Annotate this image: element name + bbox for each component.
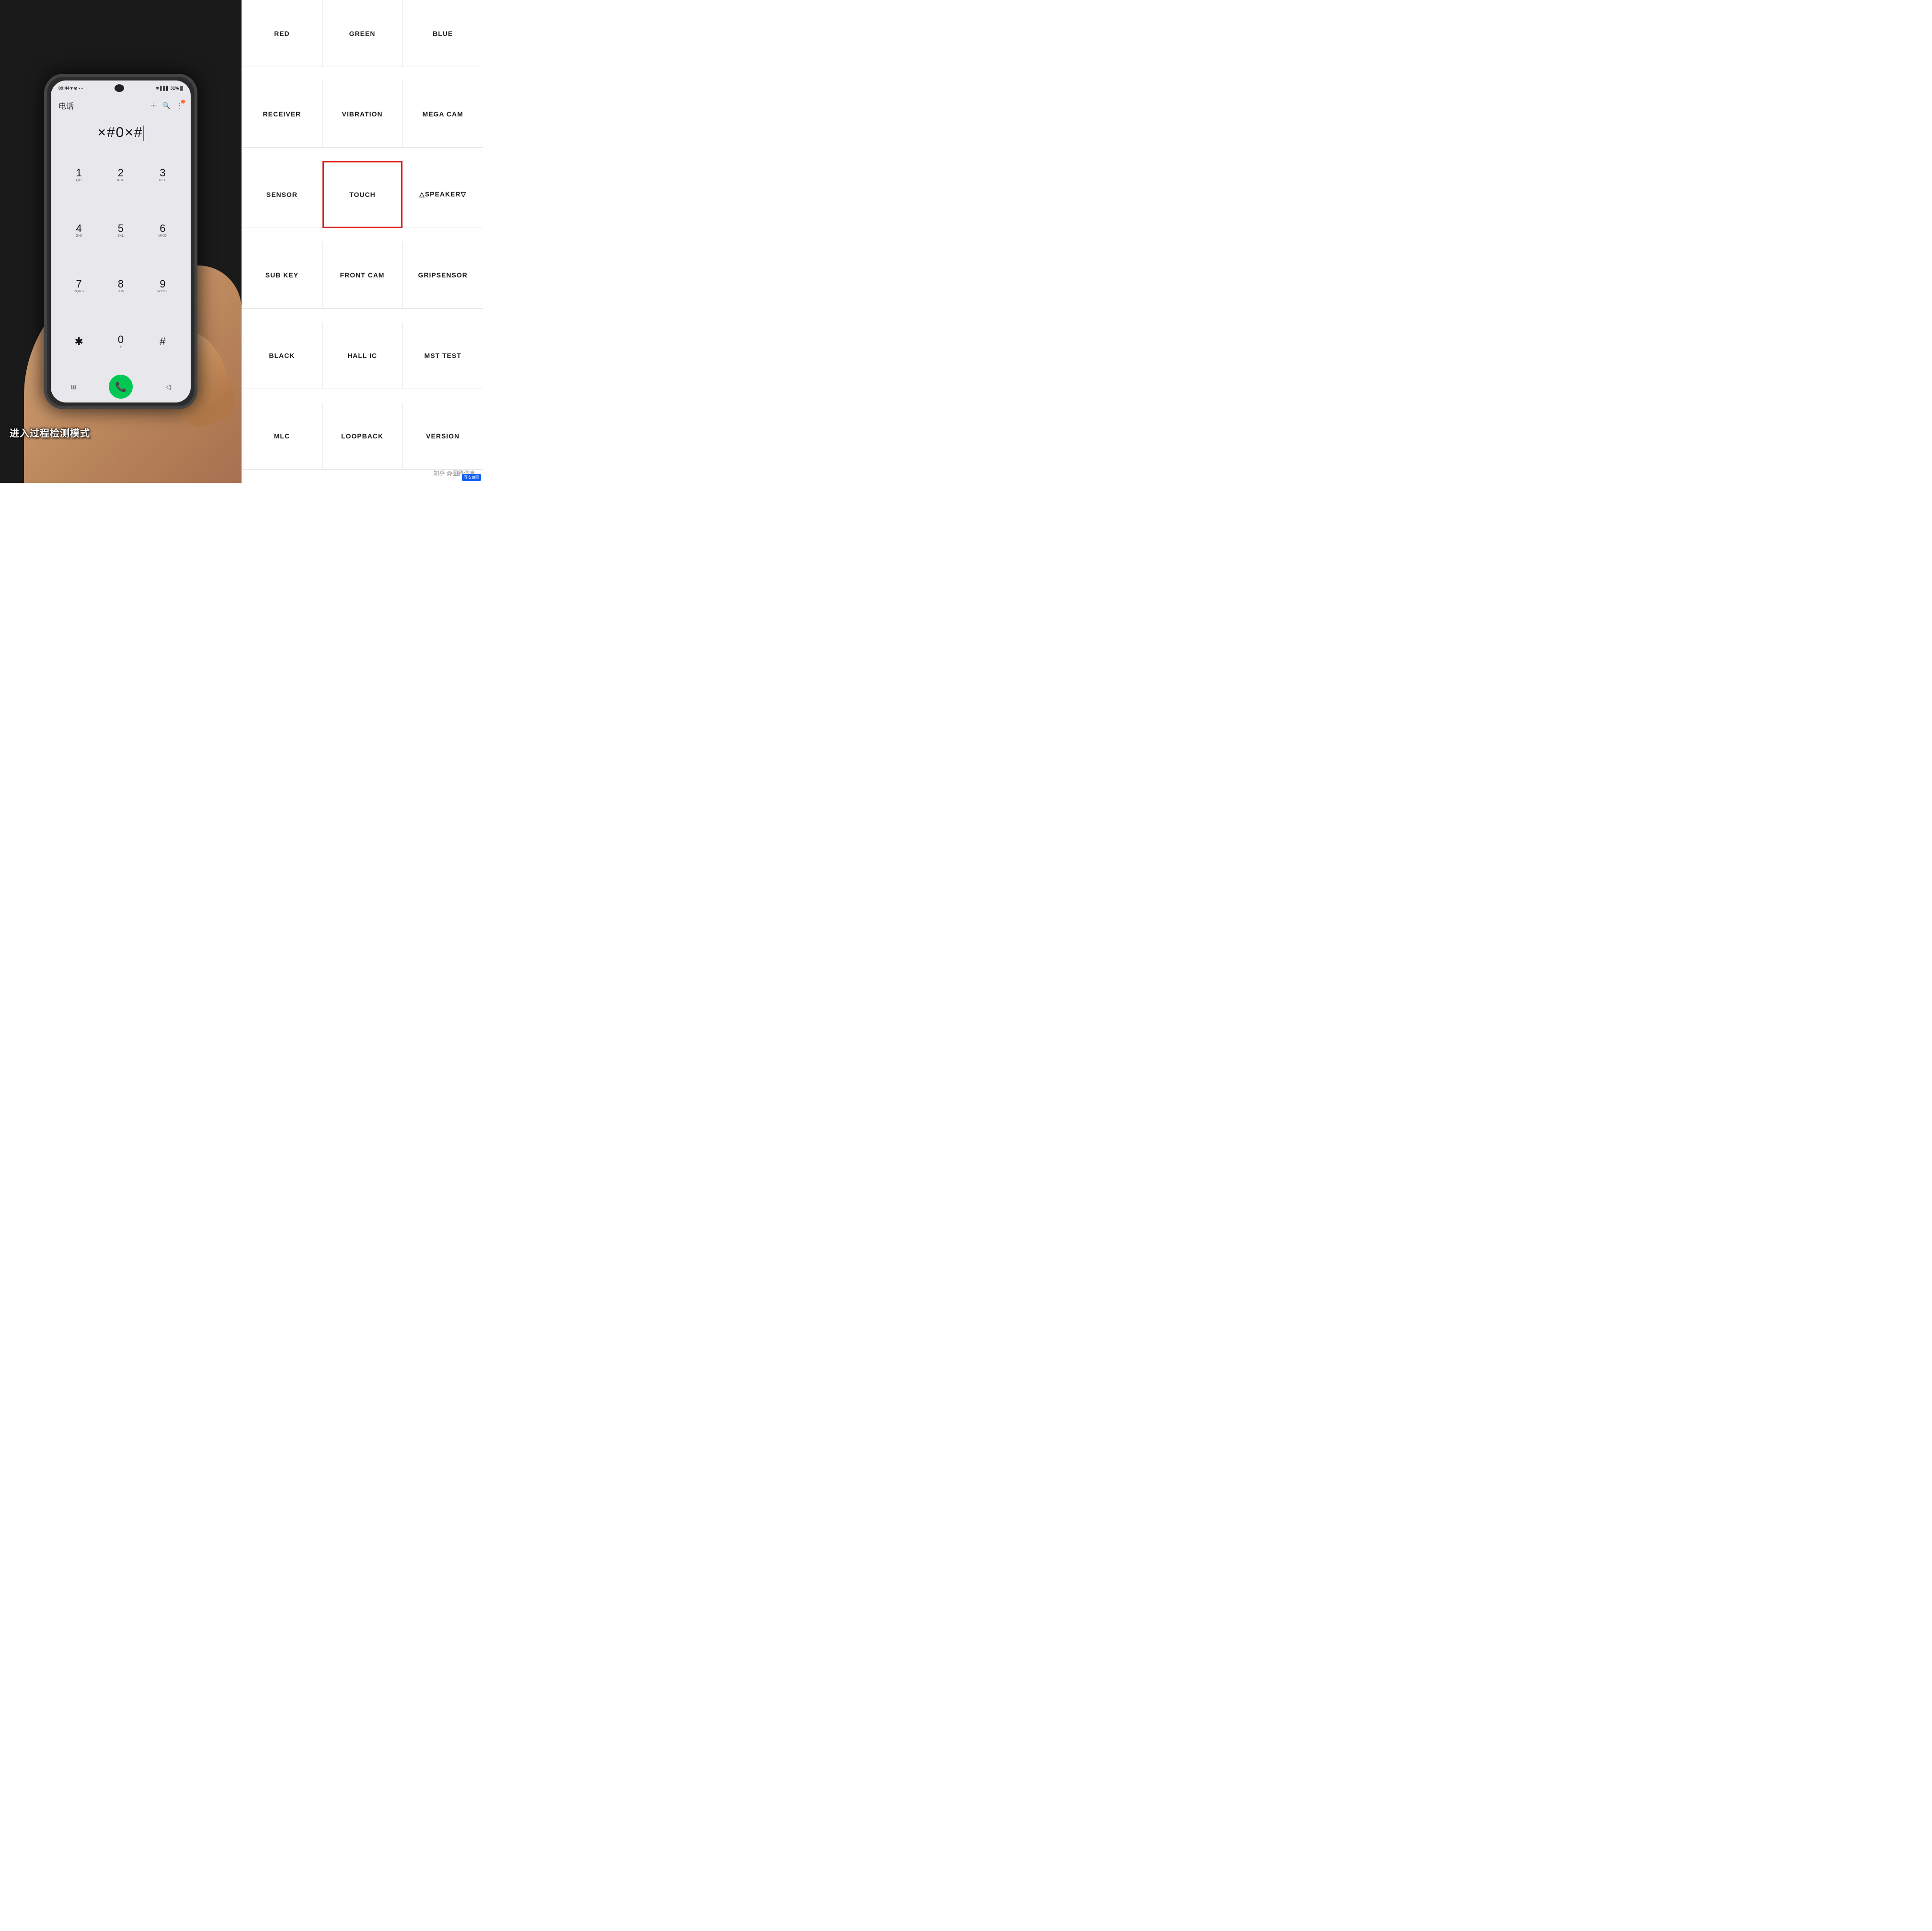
back-nav[interactable]: ⊞	[71, 383, 77, 391]
cell-speaker[interactable]: △SPEAKER▽	[402, 161, 483, 228]
cell-receiver[interactable]: RECEIVER	[242, 80, 322, 148]
front-camera	[115, 84, 124, 92]
call-icon: 📞	[115, 381, 127, 393]
test-grid: RED GREEN BLUE RECEIVER VIBRATION MEGA C…	[242, 0, 483, 483]
cell-front-cam[interactable]: FRONT CAM	[322, 241, 403, 309]
add-icon[interactable]: ＋	[150, 101, 157, 110]
cell-version[interactable]: VERSION	[402, 402, 483, 470]
header-icons: ＋ 🔍 ⋮	[150, 101, 183, 110]
cell-loopback[interactable]: LOOPBACK	[322, 402, 403, 470]
more-icon[interactable]: ⋮	[176, 102, 183, 110]
signal-bar: ▌▌▌	[160, 86, 169, 91]
zhihu-badge: 互安卓网	[462, 474, 481, 481]
cell-gripsensor[interactable]: GRIPSENSOR	[402, 241, 483, 309]
wifi-icon: ≋	[156, 86, 160, 91]
keypad: 1 QO 2 ABC 3 DEF 4 GHI 5 JKL	[51, 146, 191, 371]
key-6[interactable]: 6 MNO	[142, 203, 183, 258]
cell-mega-cam[interactable]: MEGA CAM	[402, 80, 483, 148]
status-left: 09:44 ▾ ⊗ ▪ •	[58, 86, 83, 91]
cell-red[interactable]: RED	[242, 0, 322, 67]
time-display: 09:44	[58, 86, 69, 91]
call-button[interactable]: 📞	[109, 375, 133, 399]
cell-black[interactable]: BLACK	[242, 322, 322, 389]
cell-sub-key[interactable]: SUB KEY	[242, 241, 322, 309]
key-3[interactable]: 3 DEF	[142, 148, 183, 202]
right-panel: RED GREEN BLUE RECEIVER VIBRATION MEGA C…	[242, 0, 483, 483]
cell-mlc[interactable]: MLC	[242, 402, 322, 470]
cell-touch[interactable]: TOUCH	[322, 161, 403, 228]
phone-bottom: ⊞ 📞 ◁	[51, 371, 191, 402]
key-8[interactable]: 8 TUV	[100, 259, 141, 313]
nav-back[interactable]: ◁	[165, 383, 171, 391]
left-panel: 09:44 ▾ ⊗ ▪ • ≋ ▌▌▌ 31% ▓ 电话 ＋ 🔍	[0, 0, 242, 483]
cell-blue[interactable]: BLUE	[402, 0, 483, 67]
key-1[interactable]: 1 QO	[58, 148, 99, 202]
cell-hall-ic[interactable]: HALL IC	[322, 322, 403, 389]
key-hash[interactable]: #	[142, 314, 183, 369]
key-2[interactable]: 2 ABC	[100, 148, 141, 202]
key-7[interactable]: 7 PQRS	[58, 259, 99, 313]
key-5[interactable]: 5 JKL	[100, 203, 141, 258]
cell-green[interactable]: GREEN	[322, 0, 403, 67]
key-9[interactable]: 9 WXYZ	[142, 259, 183, 313]
cell-mst-test[interactable]: MST TEST	[402, 322, 483, 389]
status-right: ≋ ▌▌▌ 31% ▓	[156, 86, 183, 91]
subtitle-text: 进入过程检测模式	[10, 427, 232, 440]
dialer-display: ×#0×#	[51, 115, 191, 146]
cell-vibration[interactable]: VIBRATION	[322, 80, 403, 148]
phone-screen: 09:44 ▾ ⊗ ▪ • ≋ ▌▌▌ 31% ▓ 电话 ＋ 🔍	[51, 80, 191, 402]
key-4[interactable]: 4 GHI	[58, 203, 99, 258]
dial-text: ×#0×#	[97, 125, 143, 140]
signal-icons: ▾ ⊗ ▪ •	[70, 86, 83, 91]
cursor	[143, 126, 144, 141]
notification-badge	[181, 100, 185, 103]
key-star[interactable]: ✱	[58, 314, 99, 369]
subtitle-overlay: 进入过程检测模式	[10, 427, 232, 440]
search-icon[interactable]: 🔍	[162, 102, 171, 110]
battery-display: 31%	[170, 86, 179, 91]
battery-icon: ▓	[180, 86, 183, 91]
cell-sensor[interactable]: SENSOR	[242, 161, 322, 228]
app-title: 电话	[58, 100, 74, 111]
status-bar: 09:44 ▾ ⊗ ▪ • ≋ ▌▌▌ 31% ▓	[51, 80, 191, 94]
key-0[interactable]: 0 +	[100, 314, 141, 369]
app-header: 电话 ＋ 🔍 ⋮	[51, 96, 191, 115]
phone-device: 09:44 ▾ ⊗ ▪ • ≋ ▌▌▌ 31% ▓ 电话 ＋ 🔍	[44, 74, 197, 409]
